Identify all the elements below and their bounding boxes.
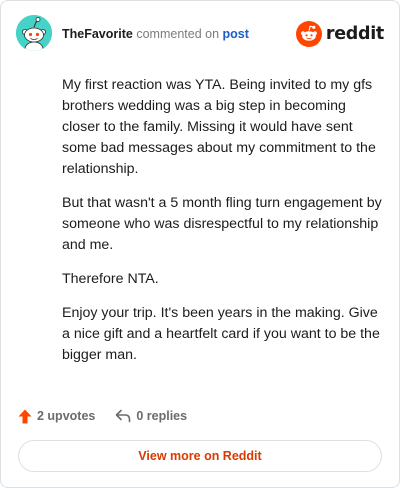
upvotes-count: 2 upvotes [37,409,96,423]
author-link[interactable]: TheFavorite [62,27,133,41]
reddit-wordmark: reddit [325,24,384,44]
comment-footer: 2 upvotes 0 replies [18,406,207,426]
snoo-avatar-icon[interactable] [16,15,52,51]
commented-on-text: commented on [136,27,220,41]
reddit-snoo-icon [295,21,322,47]
comment-paragraph: My first reaction was YTA. Being invited… [62,77,376,177]
reddit-embed-card: TheFavorite commented on post reddit My … [0,0,400,488]
comment-paragraph: Therefore NTA. [62,271,159,287]
replies-count: 0 replies [136,409,188,423]
reply-arrow-icon [116,409,131,423]
comment-paragraph: But that wasn't a 5 month fling turn eng… [62,195,382,253]
upvotes-stat[interactable]: 2 upvotes [18,409,95,424]
comment-header: TheFavorite commented on post reddit [16,15,386,51]
comment-body: My first reaction was YTA. Being invited… [62,75,382,379]
post-link[interactable]: post [223,27,249,41]
upvote-arrow-icon [18,409,32,423]
replies-stat[interactable]: 0 replies [115,409,187,423]
reddit-logo[interactable]: reddit [295,21,384,47]
view-more-button[interactable]: View more on Reddit [18,440,382,472]
comment-byline: TheFavorite commented on post [62,26,249,42]
comment-paragraph: Enjoy your trip. It's been years in the … [62,305,380,363]
